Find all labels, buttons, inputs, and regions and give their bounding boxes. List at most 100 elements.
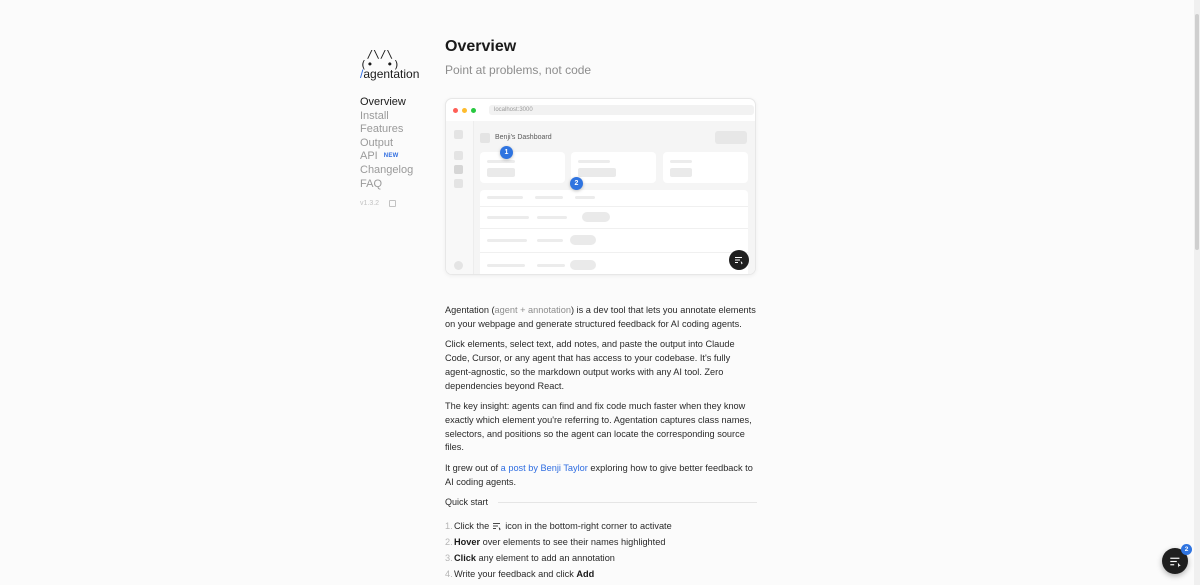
text-span: It grew out of [445, 462, 501, 473]
preview-bar [487, 160, 515, 163]
annotation-count-badge: 2 [1181, 544, 1192, 555]
preview-sidebar-item [454, 151, 463, 160]
preview-bar [487, 264, 525, 267]
preview-sidebar [446, 121, 474, 274]
preview-bar [578, 160, 610, 163]
nav-label: Output [360, 136, 394, 149]
preview-bar [537, 264, 565, 267]
annotate-icon [735, 257, 743, 265]
preview-avatar [454, 261, 463, 270]
logo-icon[interactable]: /\/\ (• •) [360, 40, 440, 70]
quick-start-steps: 1. Click the icon in the bottom-right co… [445, 518, 672, 582]
preview-divider [480, 228, 748, 229]
step-number: 4. [445, 569, 453, 579]
etymology-text: agent + annotation [494, 305, 571, 315]
intro-paragraph-1: Agentation (agent + annotation) is a dev… [445, 304, 757, 332]
nav-item-overview[interactable]: Overview [360, 96, 440, 110]
preview-stat-card [480, 152, 565, 183]
preview-bar [670, 160, 692, 163]
annotation-marker-2[interactable]: 2 [570, 177, 583, 190]
nav-label: API [360, 150, 378, 163]
quick-start-step: 2. Hover over elements to see their name… [445, 534, 672, 550]
page-subtitle: Point at problems, not code [445, 63, 592, 77]
step-number: 2. [445, 537, 453, 547]
brand-name[interactable]: /agentation [360, 67, 440, 81]
demo-preview: localhost:3000 Benji's Dashboard 1 2 [445, 98, 756, 275]
preview-stat-card [663, 152, 748, 183]
nav-label: FAQ [360, 177, 383, 190]
intro-paragraph-3: The key insight: agents can find and fix… [445, 400, 752, 453]
step-text: icon in the bottom-right corner to activ… [505, 521, 672, 531]
preview-bar [487, 216, 529, 219]
nav-item-output[interactable]: Output [360, 137, 440, 151]
preview-block [487, 168, 515, 177]
preview-bar [537, 216, 567, 219]
step-number: 3. [445, 553, 453, 563]
step-number: 1. [445, 521, 453, 531]
preview-stat-card [571, 152, 656, 183]
url-bar: localhost:3000 [489, 105, 754, 115]
intro-text: Agentation (agent + annotation) is a dev… [445, 304, 757, 496]
quick-start-title: Quick start [445, 497, 489, 507]
preview-pill [570, 260, 596, 270]
preview-bar [487, 196, 523, 199]
intro-paragraph-4: It grew out of a post by Benji Taylor ex… [445, 462, 757, 490]
version-label[interactable]: v1.3.2 [360, 200, 379, 207]
main-content: Overview Point at problems, not code loc… [445, 38, 757, 579]
intro-paragraph-2: Click elements, select text, add notes, … [445, 339, 735, 391]
new-badge: NEW [383, 153, 399, 160]
preview-pill [582, 212, 610, 222]
preview-pill [570, 235, 596, 245]
step-action: Hover [454, 537, 481, 547]
brand-label: agentation [363, 67, 420, 81]
nav-label: Install [360, 109, 389, 122]
preview-toolbar-button[interactable] [729, 250, 749, 270]
preview-block [670, 168, 692, 177]
version-row: v1.3.2 [360, 200, 440, 208]
quick-start-step: 3. Click any element to add an annotatio… [445, 550, 672, 566]
minimize-dot-icon [462, 107, 467, 113]
benji-post-link[interactable]: a post by Benji Taylor [501, 463, 588, 473]
scrollbar-thumb[interactable] [1195, 14, 1199, 250]
quick-start-heading: Quick start [445, 497, 757, 507]
browser-titlebar: localhost:3000 [446, 99, 755, 121]
preview-table-card [480, 190, 748, 274]
step-text: over elements to see their names highlig… [480, 537, 666, 547]
preview-content: Benji's Dashboard 1 2 [480, 121, 748, 274]
preview-body: Benji's Dashboard 1 2 [446, 121, 755, 274]
step-action: Add [576, 569, 595, 579]
nav-item-install[interactable]: Install [360, 110, 440, 124]
step-text: Write your feedback and click [454, 569, 577, 579]
nav-item-api[interactable]: API NEW [360, 150, 440, 164]
sidebar: /\/\ (• •) /agentation Overview Install … [360, 40, 440, 208]
annotate-icon [493, 523, 502, 531]
preview-dashboard-title: Benji's Dashboard [495, 134, 552, 141]
maximize-dot-icon [471, 107, 476, 113]
step-text: Click the [454, 521, 490, 531]
preview-bar [537, 239, 563, 242]
quick-start-step: 4. Write your feedback and click Add [445, 566, 672, 582]
github-icon[interactable] [389, 200, 397, 208]
sidebar-nav: Overview Install Features Output API NEW … [360, 96, 440, 191]
preview-header-icon [480, 133, 490, 143]
preview-divider [480, 206, 748, 207]
quick-start-step: 1. Click the icon in the bottom-right co… [445, 518, 672, 534]
page-scrollbar[interactable] [1194, 0, 1200, 585]
preview-header-button [715, 131, 747, 144]
step-action: Click [454, 553, 476, 563]
nav-label: Overview [360, 96, 406, 108]
nav-item-changelog[interactable]: Changelog [360, 164, 440, 178]
nav-item-faq[interactable]: FAQ [360, 178, 440, 192]
nav-label: Changelog [360, 163, 414, 176]
nav-item-features[interactable]: Features [360, 123, 440, 137]
preview-sidebar-item [454, 179, 463, 188]
preview-bar [487, 239, 527, 242]
preview-block [578, 168, 616, 177]
preview-bar [575, 196, 595, 199]
annotate-icon [1169, 557, 1181, 567]
heading-rule [498, 501, 757, 503]
text-span: Agentation ( [445, 305, 495, 315]
page-title: Overview [445, 38, 517, 55]
preview-sidebar-item [454, 165, 463, 174]
annotation-marker-1[interactable]: 1 [500, 146, 513, 159]
